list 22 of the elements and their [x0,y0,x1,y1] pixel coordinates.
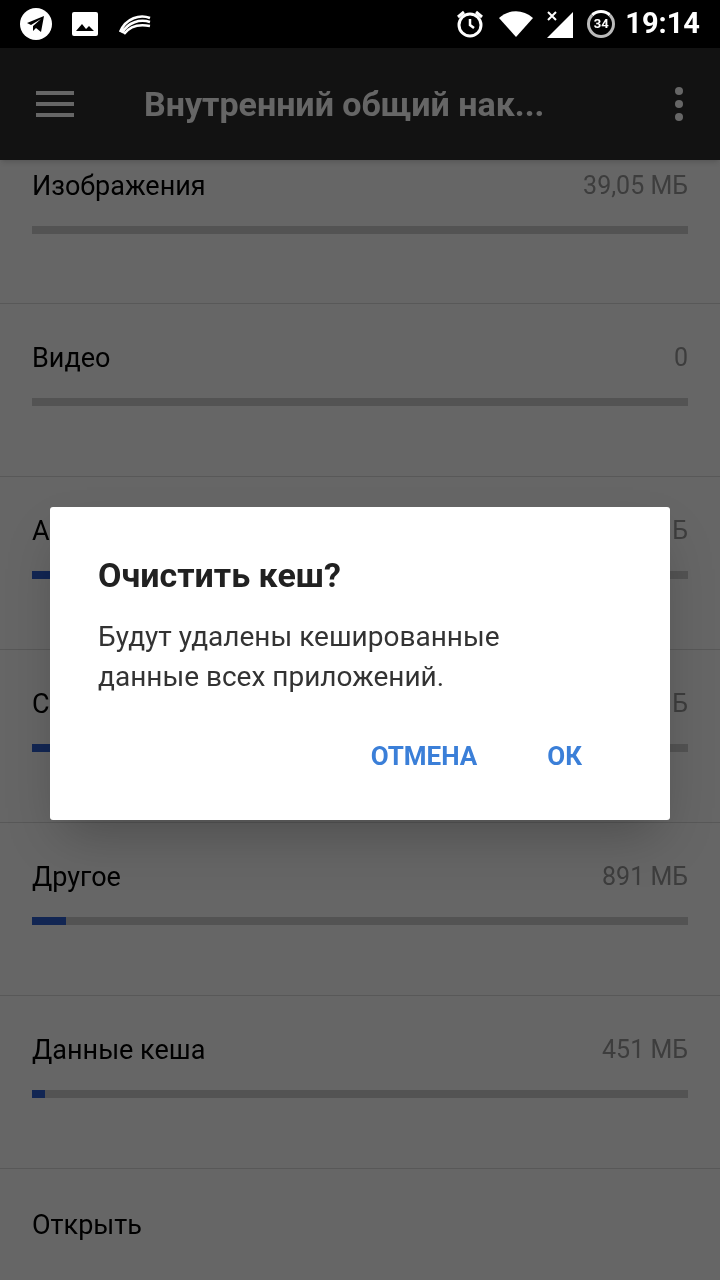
alarm-clock-icon [455,9,486,39]
wifi-icon [499,11,534,37]
swoosh-icon [118,12,152,36]
paper-plane-icon [20,8,52,40]
battery-indicator: 34 [587,10,616,38]
item-label: Изображения [32,168,206,204]
dialog-message: Будут удалены кешированные данные всех приложений. [98,619,501,695]
open-item[interactable]: Открыть [0,1169,720,1246]
item-label: А [32,513,50,549]
dialog-button[interactable]: ОТМЕНА [370,737,478,776]
item-label: Данные кеша [32,1032,206,1068]
item-label: Видео [32,340,111,376]
toolbar-title: Внутренний общий нак... [144,82,546,126]
item-label: Другое [32,859,121,895]
image-icon [72,12,98,36]
menu-icon[interactable] [36,91,74,117]
dialog-button[interactable]: ОК [547,737,582,776]
clock-time: 19:14 [625,5,700,43]
signal-icon [545,10,574,38]
dialog-title: Очистить кеш? [98,554,342,597]
more-options-icon[interactable] [674,86,684,122]
item-label: С [32,686,50,722]
